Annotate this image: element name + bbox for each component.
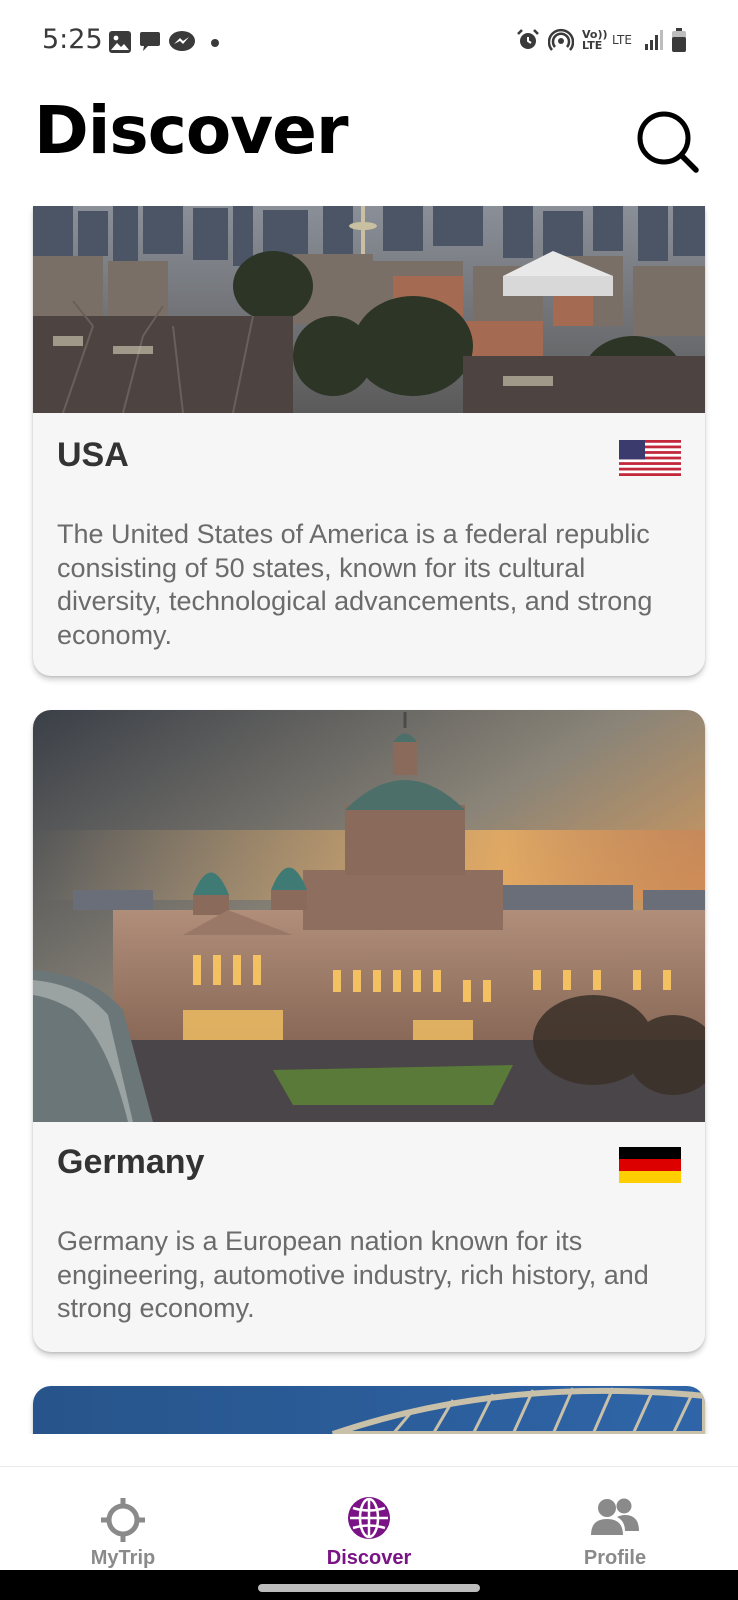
dot-icon [211,39,219,47]
card-title-germany: Germany [57,1143,205,1181]
globe-icon [348,1497,390,1539]
page-title: Discover [34,92,348,169]
nav-item-profile[interactable]: Profile [492,1467,738,1569]
system-navigation-bar [0,1570,738,1600]
gallery-icon [109,31,131,53]
nav-label-mytrip: MyTrip [90,1547,156,1569]
usa-city-image [33,206,705,413]
germany-flag-icon [619,1147,681,1183]
lte-icon: LTE [612,33,632,47]
battery-icon [672,28,686,52]
hotspot-icon [548,28,574,51]
chat-bubble-icon [140,32,160,51]
germany-building-image [33,710,705,1122]
nav-item-mytrip[interactable]: MyTrip [0,1467,246,1569]
search-icon [637,111,699,173]
status-time: 5:25 [42,24,103,55]
search-button[interactable] [636,110,702,176]
us-flag-icon [619,440,681,476]
discover-list[interactable]: USA The United States of America is a fe… [0,206,738,1434]
country-card-usa[interactable]: USA The United States of America is a fe… [33,206,705,676]
bridge-image [33,1386,705,1434]
nav-label-profile: Profile [583,1547,647,1569]
people-icon [591,1498,639,1535]
status-bar: 5:25 Vo)) LTE LTE [0,0,738,88]
country-card-germany[interactable]: Germany Germany is a European nation kno… [33,710,705,1352]
card-description-germany: Germany is a European nation known for i… [57,1226,649,1323]
messenger-icon [169,31,195,51]
status-right-icons: Vo)) LTE LTE [516,28,686,52]
signal-icon [645,30,663,50]
nav-item-discover[interactable]: Discover [246,1467,492,1569]
card-description-usa: The United States of America is a federa… [57,519,653,650]
card-title-usa: USA [57,436,129,474]
bottom-navigation: MyTrip Discover Profile [0,1466,738,1569]
nav-label-discover: Discover [326,1547,412,1569]
volte-icon: Vo)) LTE [582,28,608,52]
alarm-icon [517,29,539,49]
crosshair-icon [101,1498,145,1542]
home-gesture-handle[interactable] [258,1584,480,1592]
country-card-next[interactable] [33,1386,705,1434]
